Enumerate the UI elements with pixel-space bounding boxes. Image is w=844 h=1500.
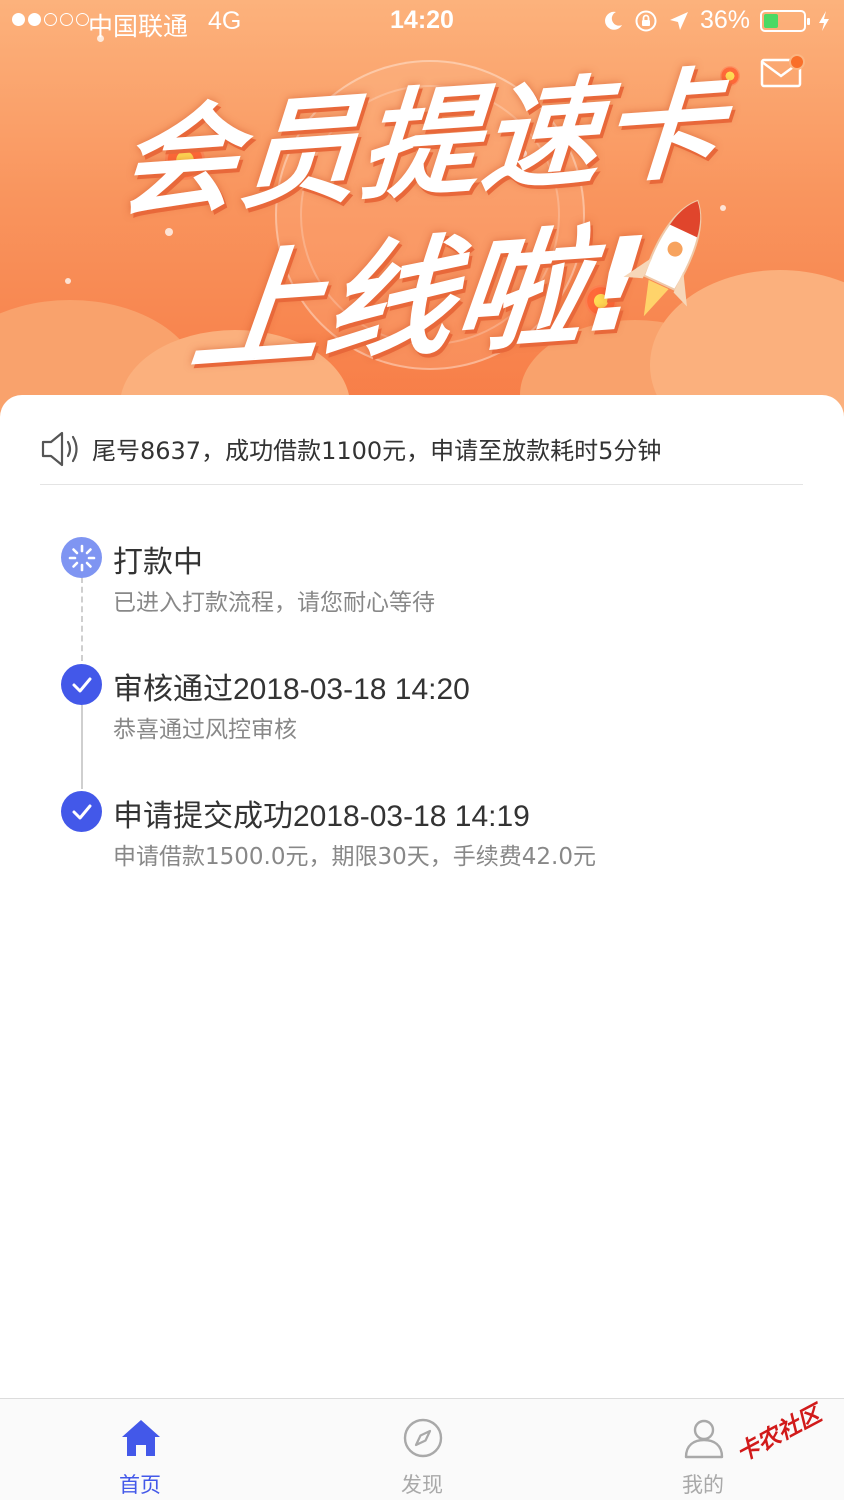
unread-badge [789,54,805,70]
location-arrow-icon [669,11,688,30]
step-title: 审核通过2018-03-18 14:20 [113,673,470,706]
status-bar: 中国联通 4G 14:20 36% [0,0,844,42]
charging-bolt-icon [819,10,829,31]
tab-home-label: 首页 [119,1473,161,1497]
loading-spinner-icon [68,544,95,571]
user-profile-icon [684,1419,724,1459]
step-description: 恭喜通过风控审核 [113,717,297,743]
announcement-text: 尾号8637，成功借款1100元，申请至放款耗时5分钟 [92,437,662,465]
step-node [61,537,102,578]
timeline-connector [81,577,83,661]
speaker-icon [41,431,78,466]
do-not-disturb-icon [605,11,622,30]
compass-icon [403,1418,443,1458]
tab-discover-label: 发现 [401,1473,443,1497]
battery-icon [760,9,810,32]
announcement-bar[interactable]: 尾号8637，成功借款1100元，申请至放款耗时5分钟 [40,413,803,485]
check-icon [72,804,91,819]
step-title: 申请提交成功2018-03-18 14:19 [113,800,530,833]
home-icon [122,1420,160,1456]
loan-status-card: 尾号8637，成功借款1100元，申请至放款耗时5分钟 打款中 已进入打款流程，… [0,395,844,1400]
rocket-icon [623,199,702,317]
step-description: 已进入打款流程，请您耐心等待 [113,590,435,616]
rotation-lock-icon [635,10,657,31]
battery-percent: 36% [699,6,750,34]
step-title: 打款中 [113,546,203,579]
timeline-connector [81,705,83,789]
step-description: 申请借款1500.0元，期限30天，手续费42.0元 [113,844,596,870]
step-node [61,664,102,705]
tab-discover[interactable]: 发现 [352,1399,492,1500]
promo-banner[interactable]: 会员提速卡 上线啦! 中国联通 4G 14:20 36% [0,0,844,430]
tab-home[interactable]: 首页 [70,1399,210,1500]
bottom-tab-bar: 首页 发现 我的 [0,1398,844,1500]
step-node [61,791,102,832]
check-icon [72,677,91,692]
battery-level [764,13,778,28]
